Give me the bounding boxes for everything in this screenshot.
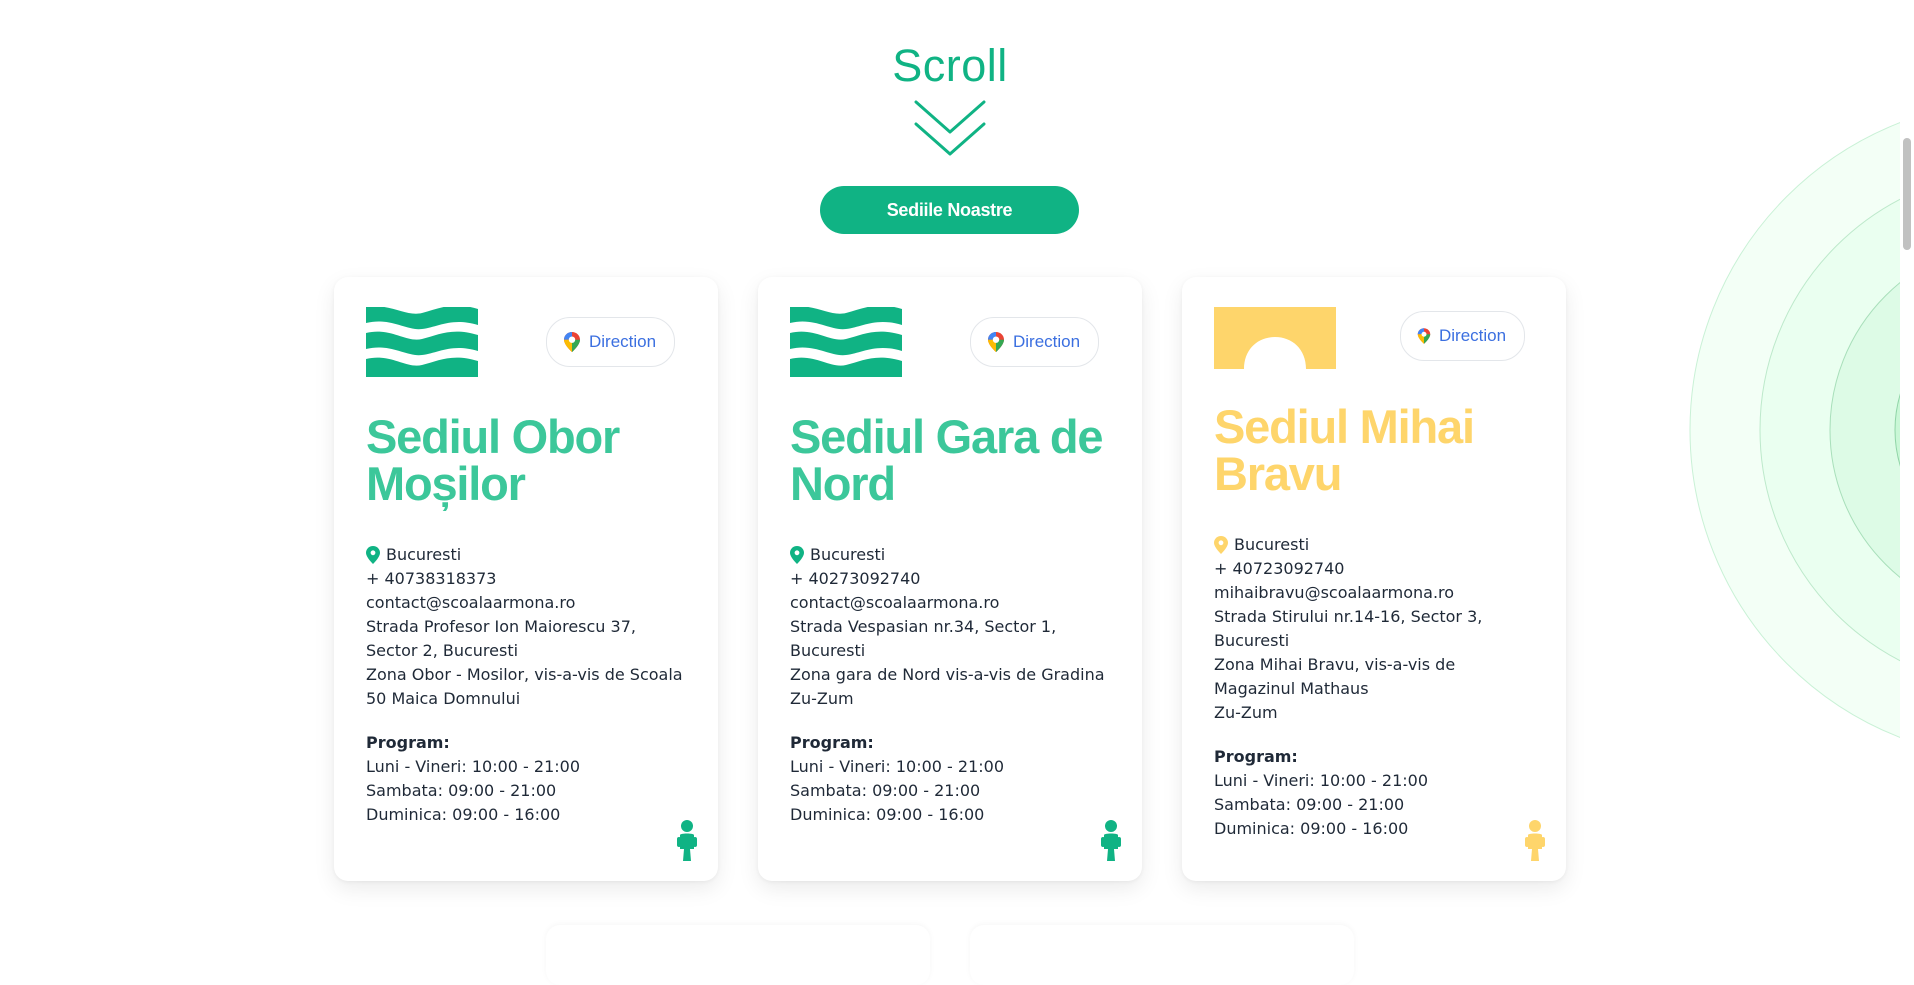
email-text[interactable]: contact@scoalaarmona.ro — [366, 591, 686, 615]
location-info: Bucuresti + 40738318373 contact@scoalaar… — [366, 543, 686, 827]
location-title: Sediul Obor Moșilor — [366, 410, 620, 510]
map-pin-icon — [988, 332, 1004, 352]
next-card-preview — [546, 925, 930, 985]
locations-button[interactable]: Sediile Noastre — [820, 186, 1079, 234]
email-text[interactable]: contact@scoalaarmona.ro — [790, 591, 1110, 615]
city-text: Bucuresti — [810, 545, 886, 564]
program-saturday: Sambata: 09:00 - 21:00 — [1214, 795, 1405, 814]
address-text: Strada Profesor Ion Maiorescu 37, Sector… — [366, 617, 636, 660]
direction-button[interactable]: Direction — [546, 317, 676, 367]
scroll-label: Scroll — [892, 40, 1008, 91]
program-sunday: Duminica: 09:00 - 16:00 — [790, 805, 985, 824]
program-sunday: Duminica: 09:00 - 16:00 — [366, 805, 561, 824]
program-saturday: Sambata: 09:00 - 21:00 — [790, 781, 981, 800]
zone-text: Zona Mihai Bravu, vis-a-vis de Magazinul… — [1214, 655, 1456, 722]
city-row: Bucuresti — [790, 543, 1110, 567]
child-figure-icon — [1525, 820, 1545, 861]
direction-label: Direction — [1439, 326, 1507, 345]
location-pin-icon — [1214, 536, 1228, 554]
program-title: Program: — [1214, 747, 1298, 766]
phone-text[interactable]: + 40723092740 — [1214, 557, 1534, 581]
city-text: Bucuresti — [386, 545, 462, 564]
email-text[interactable]: mihaibravu@scoalaarmona.ro — [1214, 581, 1534, 605]
map-pin-icon — [564, 332, 580, 352]
program-title: Program: — [790, 733, 874, 752]
program-saturday: Sambata: 09:00 - 21:00 — [366, 781, 557, 800]
location-title: Sediul Gara de Nord — [790, 410, 1104, 510]
program-weekdays: Luni - Vineri: 10:00 - 21:00 — [1214, 771, 1428, 790]
location-info: Bucuresti + 40723092740 mihaibravu@scoal… — [1214, 533, 1534, 841]
location-card-obor: Direction Sediul Obor Moșilor Bucuresti … — [334, 277, 718, 881]
location-title: Sediul Mihai Bravu — [1214, 400, 1475, 500]
city-row: Bucuresti — [1214, 533, 1534, 557]
waves-logo-icon — [790, 307, 902, 377]
location-info: Bucuresti + 40273092740 contact@scoalaar… — [790, 543, 1110, 827]
child-figure-icon — [677, 820, 697, 861]
location-pin-icon — [790, 546, 804, 564]
city-row: Bucuresti — [366, 543, 686, 567]
arch-logo-icon — [1214, 307, 1336, 369]
next-card-preview — [970, 925, 1354, 985]
location-card-gara-de-nord: Direction Sediul Gara de Nord Bucuresti … — [758, 277, 1142, 881]
address-text: Strada Stirului nr.14-16, Sector 3, Bucu… — [1214, 607, 1483, 650]
waves-logo-icon — [366, 307, 478, 377]
program-weekdays: Luni - Vineri: 10:00 - 21:00 — [366, 757, 580, 776]
program-weekdays: Luni - Vineri: 10:00 - 21:00 — [790, 757, 1004, 776]
scrollbar-thumb[interactable] — [1903, 138, 1911, 250]
child-figure-icon — [1101, 820, 1121, 861]
chevron-down-icon[interactable] — [912, 98, 988, 160]
direction-label: Direction — [589, 332, 657, 351]
phone-text[interactable]: + 40273092740 — [790, 567, 1110, 591]
map-pin-icon — [1417, 328, 1431, 344]
city-text: Bucuresti — [1234, 535, 1310, 554]
direction-button[interactable]: Direction — [970, 317, 1100, 367]
program-sunday: Duminica: 09:00 - 16:00 — [1214, 819, 1409, 838]
zone-text: Zona Obor - Mosilor, vis-a-vis de Scoala… — [366, 665, 683, 708]
direction-label: Direction — [1013, 332, 1081, 351]
program-title: Program: — [366, 733, 450, 752]
location-pin-icon — [366, 546, 380, 564]
location-card-mihai-bravu: Direction Sediul Mihai Bravu Bucuresti +… — [1182, 277, 1566, 881]
decorative-rings — [1689, 122, 1900, 738]
phone-text[interactable]: + 40738318373 — [366, 567, 686, 591]
address-text: Strada Vespasian nr.34, Sector 1, Bucure… — [790, 617, 1057, 660]
direction-button[interactable]: Direction — [1400, 311, 1526, 361]
zone-text: Zona gara de Nord vis-a-vis de Gradina Z… — [790, 665, 1105, 708]
